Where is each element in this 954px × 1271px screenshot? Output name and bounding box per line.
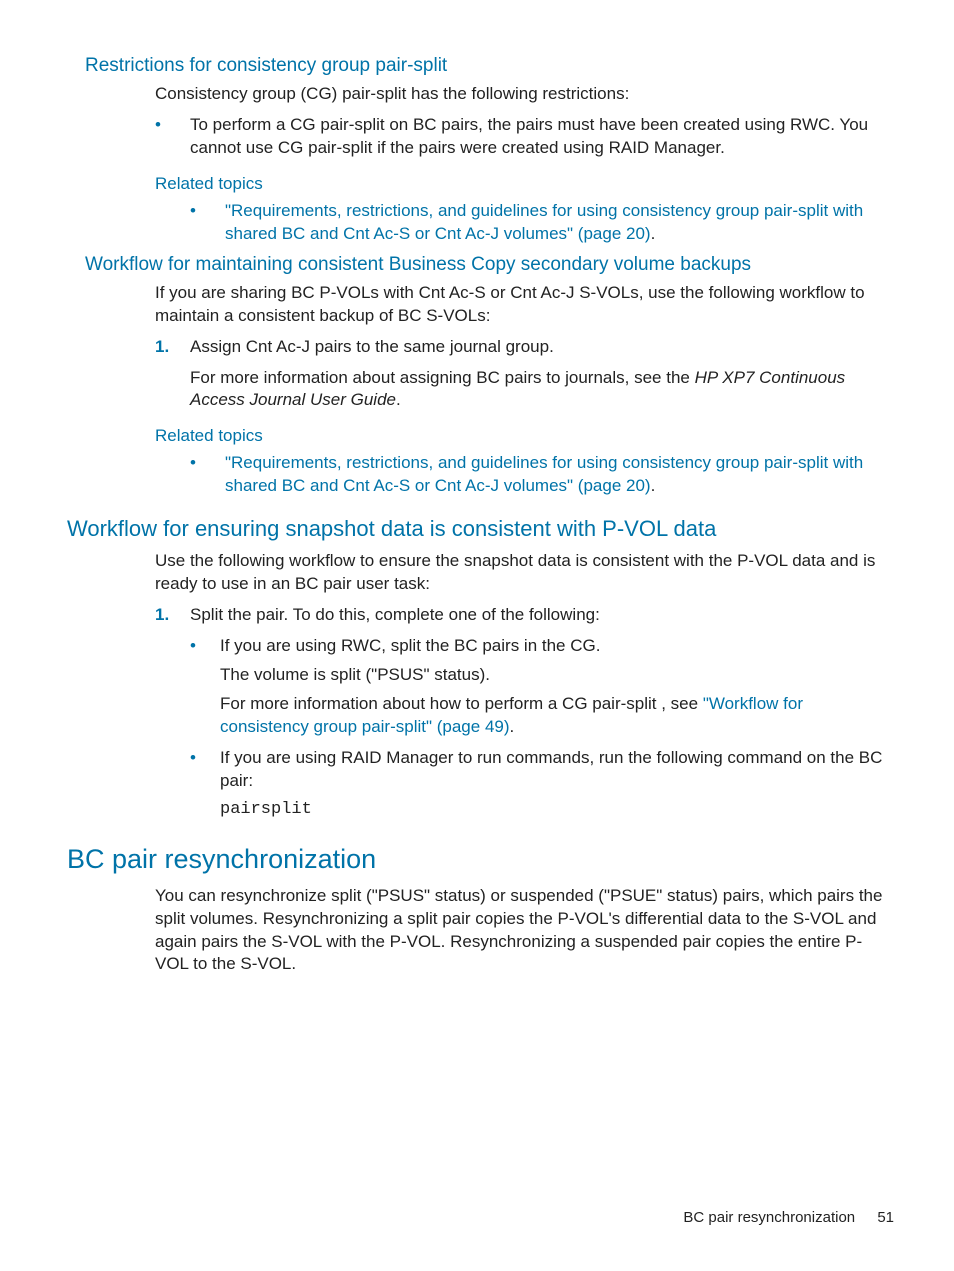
text: If you are using RWC, split the BC pairs… <box>220 636 600 655</box>
list-item: To perform a CG pair-split on BC pairs, … <box>190 114 894 160</box>
list-item: If you are using RWC, split the BC pairs… <box>220 635 894 739</box>
paragraph: Use the following workflow to ensure the… <box>155 550 894 596</box>
text: For more information about assigning BC … <box>190 368 695 387</box>
paragraph: For more information about assigning BC … <box>190 367 894 413</box>
heading-bc-resync: BC pair resynchronization <box>67 844 894 875</box>
paragraph: You can resynchronize split ("PSUS" stat… <box>155 885 894 977</box>
heading-restrictions: Restrictions for consistency group pair-… <box>85 55 894 77</box>
nested-bullet-list: If you are using RWC, split the BC pairs… <box>220 635 894 822</box>
related-topics-heading: Related topics <box>155 426 894 446</box>
text: . <box>510 717 515 736</box>
related-topics-heading: Related topics <box>155 174 894 194</box>
paragraph: For more information about how to perfor… <box>220 693 894 739</box>
paragraph: Consistency group (CG) pair-split has th… <box>155 83 894 106</box>
list-item: "Requirements, restrictions, and guideli… <box>225 452 894 498</box>
footer-section-title: BC pair resynchronization <box>683 1209 855 1226</box>
ordered-list: Split the pair. To do this, complete one… <box>190 604 894 822</box>
list-item: If you are using RAID Manager to run com… <box>220 747 894 822</box>
text: For more information about how to perfor… <box>220 694 703 713</box>
list-item: "Requirements, restrictions, and guideli… <box>225 200 894 246</box>
cross-ref-link[interactable]: "Requirements, restrictions, and guideli… <box>225 453 863 495</box>
text: . <box>651 476 656 495</box>
text: Split the pair. To do this, complete one… <box>190 605 600 624</box>
paragraph: If you are sharing BC P-VOLs with Cnt Ac… <box>155 282 894 328</box>
bullet-list: To perform a CG pair-split on BC pairs, … <box>190 114 894 160</box>
code-command: pairsplit <box>220 799 894 822</box>
related-list: "Requirements, restrictions, and guideli… <box>225 452 894 498</box>
text: If you are using RAID Manager to run com… <box>220 748 882 790</box>
page-number: 51 <box>877 1209 894 1226</box>
text: The volume is split ("PSUS" status). <box>220 664 894 687</box>
list-item: Assign Cnt Ac-J pairs to the same journa… <box>190 336 894 359</box>
page-footer: BC pair resynchronization 51 <box>683 1209 894 1226</box>
cross-ref-link[interactable]: "Requirements, restrictions, and guideli… <box>225 201 863 243</box>
heading-workflow-snapshot: Workflow for ensuring snapshot data is c… <box>67 516 894 542</box>
list-item: Split the pair. To do this, complete one… <box>190 604 894 822</box>
ordered-list: Assign Cnt Ac-J pairs to the same journa… <box>190 336 894 359</box>
text: . <box>396 390 401 409</box>
heading-workflow-backups: Workflow for maintaining consistent Busi… <box>85 254 894 276</box>
text: . <box>651 224 656 243</box>
related-list: "Requirements, restrictions, and guideli… <box>225 200 894 246</box>
